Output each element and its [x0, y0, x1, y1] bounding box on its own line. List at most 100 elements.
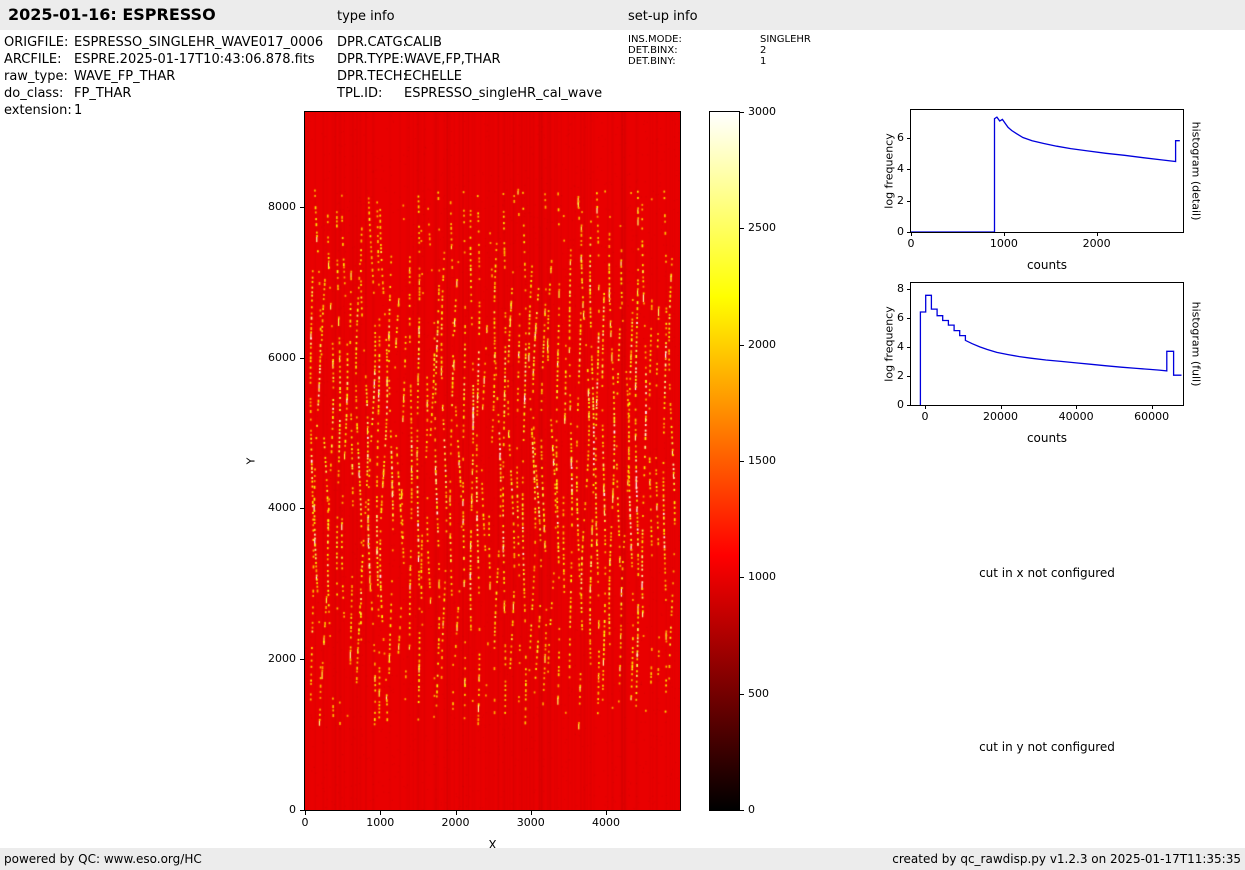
metadata-value: 2: [760, 45, 767, 56]
hist-full-y-tickmark: [907, 346, 910, 348]
metadata-label: DPR.TYPE:: [337, 52, 404, 67]
hist-full-y-tickmark: [907, 375, 910, 377]
metadata-label: TPL.ID:: [337, 86, 383, 101]
hist-full-x-tick-label: 40000: [1058, 410, 1094, 423]
file-metadata-block: ORIGFILE: ESPRESSO_SINGLEHR_WAVE017_0006 …: [4, 34, 323, 119]
colorbar-tick-label: 1500: [748, 454, 776, 467]
colorbar-tick-label: 2500: [748, 221, 776, 235]
heatmap-y-tick-label: 0: [289, 803, 296, 816]
heatmap-x-tick-label: 0: [301, 816, 309, 829]
histogram-detail-plot: [910, 109, 1184, 233]
hist-full-x-tickmark: [1151, 406, 1153, 409]
colorbar-tick-label: 2000: [748, 337, 776, 351]
hist-detail-y-tick-label: 4: [897, 162, 904, 176]
colorbar-tickmark: [740, 112, 744, 113]
heatmap-y-tickmark: [300, 659, 304, 661]
hist-detail-y-tickmark: [907, 137, 910, 139]
metadata-value: 1: [760, 56, 767, 67]
metadata-row: INS.MODE: SINGLEHR: [628, 34, 811, 45]
metadata-row: extension: 1: [4, 102, 323, 119]
metadata-label: extension:: [4, 103, 72, 118]
hist-full-y-tick-label: 2: [897, 368, 904, 382]
metadata-row: TPL.ID: ESPRESSO_singleHR_cal_wave: [337, 85, 602, 102]
colorbar-tickmark: [740, 577, 744, 579]
hist-full-y-tick-label: 0: [897, 398, 904, 411]
hist-detail-y-tickmark: [907, 232, 910, 233]
hist-detail-y-tick-label: 2: [897, 193, 904, 207]
cut-y-note: cut in y not configured: [979, 740, 1115, 754]
metadata-row: do_class: FP_THAR: [4, 85, 323, 102]
hist-full-y-tickmark: [907, 405, 910, 406]
heatmap-y-tickmark: [300, 206, 304, 208]
metadata-value: FP_THAR: [74, 86, 132, 101]
metadata-label: do_class:: [4, 86, 64, 101]
hist-detail-x-tickmark: [911, 233, 912, 236]
metadata-value: CALIB: [404, 35, 442, 50]
metadata-value: 1: [74, 103, 83, 118]
colorbar-tickmark: [740, 228, 744, 230]
metadata-value: ECHELLE: [404, 69, 462, 84]
histogram-detail-side-label: histogram (detail): [1189, 121, 1203, 221]
colorbar-tickmark: [740, 810, 744, 811]
colorbar: [709, 111, 740, 811]
type-info-block: DPR.CATG:CALIB DPR.TYPE:WAVE,FP,THAR DPR…: [337, 34, 602, 102]
hist-detail-x-tick-label: 1000: [989, 237, 1018, 250]
hist-full-x-tickmark: [1076, 406, 1078, 409]
hist-full-x-tick-label: 0: [921, 410, 929, 423]
heatmap-y-tick-label: 2000: [268, 652, 296, 666]
metadata-row: DPR.TECH:ECHELLE: [337, 68, 602, 85]
heatmap-y-tickmark: [300, 810, 304, 811]
metadata-value: WAVE,FP,THAR: [404, 52, 501, 67]
metadata-label: DPR.TECH:: [337, 69, 407, 84]
hist-full-y-tick-label: 8: [897, 281, 904, 295]
colorbar-tick-label: 0: [748, 803, 755, 816]
heatmap-y-tick-label: 8000: [268, 199, 296, 213]
metadata-value: ESPRESSO_singleHR_cal_wave: [404, 86, 603, 101]
hist-detail-x-tickmark: [1096, 233, 1098, 236]
colorbar-gradient: [710, 112, 739, 810]
heatmap-x-tickmark: [530, 811, 532, 815]
heatmap-x-tick-label: 3000: [516, 816, 545, 829]
hist-full-y-tick-label: 6: [897, 310, 904, 324]
metadata-row: DPR.TYPE:WAVE,FP,THAR: [337, 51, 602, 68]
heatmap-x-tickmark: [380, 811, 382, 815]
metadata-label: ORIGFILE:: [4, 35, 69, 50]
metadata-row: DET.BINX: 2: [628, 45, 811, 56]
heatmap-x-tick-label: 2000: [441, 816, 470, 829]
colorbar-tickmark: [740, 461, 744, 462]
hist-full-y-tick-label: 4: [897, 339, 904, 353]
heatmap-x-tickmark: [305, 811, 306, 815]
hist-full-x-tickmark: [1000, 406, 1002, 409]
metadata-label: DET.BINY:: [628, 56, 676, 67]
metadata-value: ESPRESSO_SINGLEHR_WAVE017_0006: [74, 35, 324, 50]
metadata-label: raw_type:: [4, 69, 68, 84]
colorbar-tickmark: [740, 344, 744, 346]
hist-full-x-tickmark: [924, 406, 926, 409]
colorbar-tick-label: 1000: [748, 570, 776, 584]
heatmap-x-tick-label: 1000: [366, 816, 395, 829]
hist-full-x-tick-label: 60000: [1134, 410, 1170, 423]
metadata-row: ARCFILE: ESPRE.2025-01-17T10:43:06.878.fi…: [4, 51, 323, 68]
setup-info-heading: set-up info: [628, 9, 698, 24]
heatmap-y-axis-title: Y: [244, 457, 258, 465]
heatmap-y-tickmark: [300, 357, 304, 359]
metadata-label: DPR.CATG:: [337, 35, 407, 50]
footer-created-by: created by qc_rawdisp.py v1.2.3 on 2025-…: [892, 852, 1241, 866]
raw-detector-heatmap: [305, 112, 680, 810]
metadata-value: ESPRE.2025-01-17T10:43:06.878.fits: [74, 52, 315, 67]
footer-credit: powered by QC: www.eso.org/HC: [4, 852, 202, 866]
heatmap-y-tick-label: 6000: [268, 350, 296, 364]
colorbar-tick-label: 500: [748, 686, 769, 700]
heatmap-y-tick-label: 4000: [268, 501, 296, 515]
hist-detail-x-tickmark: [1003, 233, 1005, 236]
type-info-heading: type info: [337, 9, 395, 24]
setup-info-block: INS.MODE: SINGLEHR DET.BINX: 2 DET.BINY: 1: [628, 34, 811, 67]
metadata-row: DET.BINY: 1: [628, 56, 811, 67]
histogram-full-plot: [910, 282, 1184, 406]
hist-detail-y-tick-label: 6: [897, 130, 904, 144]
metadata-row: ORIGFILE: ESPRESSO_SINGLEHR_WAVE017_0006: [4, 34, 323, 51]
metadata-row: raw_type: WAVE_FP_THAR: [4, 68, 323, 85]
histogram-full-x-title: counts: [1026, 431, 1068, 445]
heatmap-y-tickmark: [300, 508, 304, 510]
colorbar-tick-label: 3000: [748, 105, 776, 118]
